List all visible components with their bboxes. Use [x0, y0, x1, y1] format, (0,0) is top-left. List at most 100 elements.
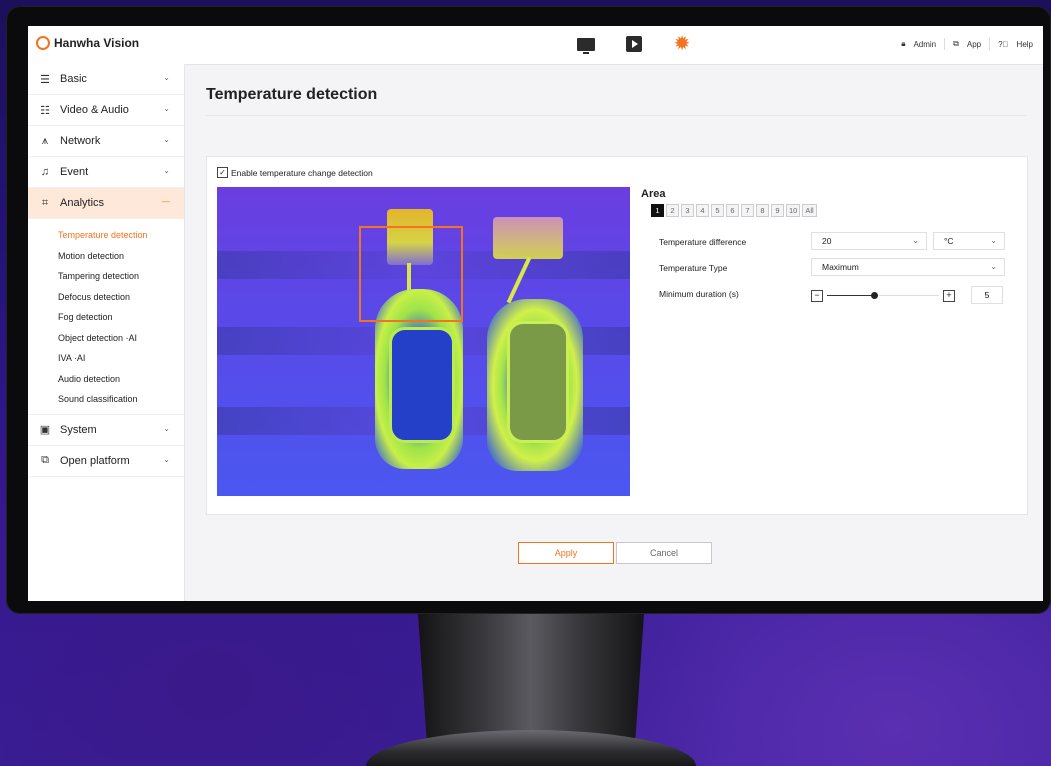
analytics-submenu: Temperature detection Motion detection T…: [28, 219, 184, 415]
chevron-down-icon: ⌄: [990, 262, 997, 271]
area-tab-2[interactable]: 2: [666, 204, 679, 217]
bell-icon: ♫: [40, 166, 50, 178]
submenu-motion-detection[interactable]: Motion detection: [28, 246, 184, 267]
temp-type-label: Temperature Type: [659, 263, 728, 273]
thermal-video-preview[interactable]: [217, 187, 630, 496]
unit-select[interactable]: °C ⌄: [933, 232, 1005, 250]
sidebar-item-open-platform[interactable]: ⧉ Open platform ⌄: [28, 446, 184, 477]
top-right-links: 🔒︎ Admin ⧉ App ?⃝ Help: [901, 38, 1033, 50]
setup-button[interactable]: ✹: [672, 33, 692, 55]
sidebar-item-label: System: [60, 423, 97, 436]
lock-icon: 🔒︎: [901, 39, 906, 48]
temp-type-select[interactable]: Maximum ⌄: [811, 258, 1005, 276]
area-settings: Area 1 2 3 4 5 6 7 8 9 10 All Temperatur…: [641, 188, 1021, 304]
detection-area-box[interactable]: [359, 226, 463, 322]
chevron-down-icon: ⌄: [990, 236, 997, 245]
slider-handle[interactable]: [871, 292, 878, 299]
brand-name: Hanwha Vision: [54, 36, 140, 50]
submenu-iva[interactable]: IVA ·AI: [28, 348, 184, 369]
sidebar: ☰ Basic ⌄ ☷ Video & Audio ⌄ ⩚ Network ⌄ …: [28, 64, 185, 601]
submenu-fog-detection[interactable]: Fog detection: [28, 307, 184, 328]
cancel-button[interactable]: Cancel: [616, 542, 712, 564]
chevron-up-icon: —: [162, 197, 170, 206]
admin-link[interactable]: Admin: [913, 40, 936, 49]
sidebar-item-system[interactable]: ▣ System ⌄: [28, 415, 184, 446]
sidebar-item-label: Basic: [60, 73, 87, 85]
submenu-tampering-detection[interactable]: Tampering detection: [28, 266, 184, 287]
monitor-base: [366, 730, 696, 766]
enable-checkbox[interactable]: ✓: [217, 167, 228, 178]
playback-button[interactable]: [624, 35, 644, 53]
submenu-temperature-detection[interactable]: Temperature detection: [28, 225, 184, 246]
submenu-sound-classification[interactable]: Sound classification: [28, 389, 184, 410]
plus-button[interactable]: +: [943, 290, 955, 302]
chevron-down-icon: ⌄: [163, 423, 170, 433]
area-tab-8[interactable]: 8: [756, 204, 769, 217]
min-duration-slider[interactable]: − +: [811, 289, 957, 303]
sidebar-item-network[interactable]: ⩚ Network ⌄: [28, 126, 184, 157]
submenu-audio-detection[interactable]: Audio detection: [28, 369, 184, 390]
unit-value: °C: [944, 236, 954, 246]
slider-track: [877, 295, 939, 296]
min-duration-label: Minimum duration (s): [659, 289, 739, 299]
area-tab-10[interactable]: 10: [786, 204, 801, 217]
system-icon: ▣: [39, 424, 51, 436]
monitor-frame: Hanwha Vision ✹ 🔒︎ Admin ⧉ App ?⃝ Help ☰: [6, 6, 1051, 614]
analytics-icon: ⌗: [41, 196, 49, 209]
apply-button[interactable]: Apply: [518, 542, 614, 564]
chevron-down-icon: ⌄: [163, 104, 170, 113]
area-tab-1[interactable]: 1: [651, 204, 664, 217]
sidebar-item-basic[interactable]: ☰ Basic ⌄: [28, 64, 184, 95]
temp-diff-value: 20: [822, 236, 832, 246]
car-cabin: [507, 321, 569, 443]
area-tab-6[interactable]: 6: [726, 204, 739, 217]
area-tab-9[interactable]: 9: [771, 204, 784, 217]
min-duration-input[interactable]: 5: [971, 286, 1003, 304]
area-tabs: 1 2 3 4 5 6 7 8 9 10 All: [651, 204, 1021, 217]
sidebar-item-label: Analytics: [60, 197, 105, 209]
network-icon: ⩚: [41, 134, 49, 147]
divider: [206, 115, 1026, 116]
list-icon: ☰: [40, 73, 50, 86]
main-nav: ✹: [576, 33, 692, 55]
car-thermal: [487, 299, 583, 471]
top-bar: Hanwha Vision ✹ 🔒︎ Admin ⧉ App ?⃝ Help: [28, 26, 1043, 65]
help-link[interactable]: Help: [1017, 40, 1033, 49]
chevron-down-icon: ⌄: [163, 135, 170, 144]
sidebar-item-label: Network: [60, 135, 101, 147]
chevron-down-icon: ⌄: [163, 73, 170, 82]
sliders-icon: ☷: [40, 104, 50, 117]
temp-type-value: Maximum: [822, 262, 859, 272]
app-link[interactable]: App: [967, 40, 981, 49]
area-tab-4[interactable]: 4: [696, 204, 709, 217]
divider: [944, 38, 946, 50]
live-view-button[interactable]: [576, 35, 596, 54]
play-icon: [626, 36, 642, 52]
enable-label: Enable temperature change detection: [231, 167, 373, 178]
slider-track-filled: [827, 295, 877, 296]
area-tab-5[interactable]: 5: [711, 204, 724, 217]
chevron-down-icon: ⌄: [163, 166, 170, 175]
submenu-object-detection[interactable]: Object detection ·AI: [28, 328, 184, 349]
sidebar-item-label: Event: [60, 166, 89, 178]
logo-icon: [36, 36, 50, 50]
submenu-defocus-detection[interactable]: Defocus detection: [28, 287, 184, 308]
area-tab-7[interactable]: 7: [741, 204, 754, 217]
sidebar-item-video-audio[interactable]: ☷ Video & Audio ⌄: [28, 95, 184, 126]
area-tab-3[interactable]: 3: [681, 204, 694, 217]
sidebar-item-event[interactable]: ♫ Event ⌄: [28, 157, 184, 188]
car-cabin: [389, 327, 455, 443]
enable-row[interactable]: ✓ Enable temperature change detection: [217, 167, 373, 178]
gear-icon: ✹: [673, 33, 691, 55]
minus-button[interactable]: −: [811, 290, 823, 302]
temp-diff-select[interactable]: 20 ⌄: [811, 232, 927, 250]
area-tab-all[interactable]: All: [802, 204, 817, 217]
brand-logo[interactable]: Hanwha Vision: [36, 36, 139, 50]
settings-panel: ✓ Enable temperature change detection Ar…: [206, 156, 1028, 515]
platform-icon: ⧉: [41, 454, 49, 466]
temp-diff-label: Temperature difference: [659, 237, 747, 247]
help-icon: ?⃝: [998, 39, 1009, 49]
sidebar-item-analytics[interactable]: ⌗ Analytics —: [28, 188, 184, 219]
divider: [989, 38, 991, 50]
monitor-icon: [577, 37, 595, 54]
